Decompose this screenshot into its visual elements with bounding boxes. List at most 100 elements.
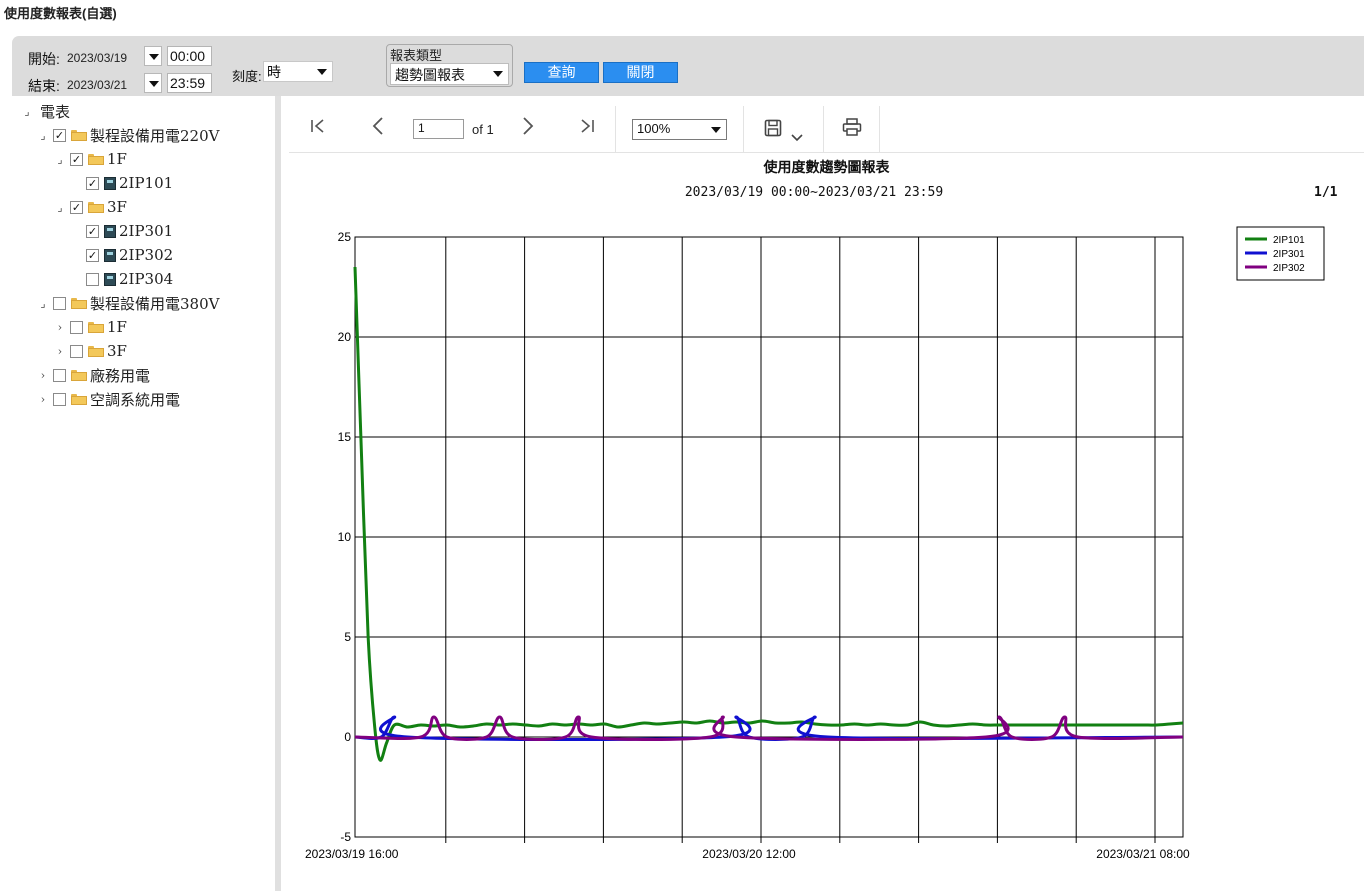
query-button[interactable]: 查詢: [524, 62, 599, 83]
y-tick-label: 25: [338, 230, 352, 244]
tree-checkbox[interactable]: [86, 272, 99, 286]
zoom-value: 100%: [637, 121, 671, 136]
tree-item[interactable]: ⌟ ✓ 3F: [53, 196, 127, 218]
zoom-select[interactable]: 100%: [632, 119, 727, 140]
collapse-icon[interactable]: ⌟: [36, 297, 50, 310]
tree-item[interactable]: ⌟ ✓ 製程設備用電220V: [36, 124, 219, 146]
chevron-down-icon[interactable]: [791, 124, 803, 148]
toolbar-divider: [879, 106, 880, 152]
folder-icon: [71, 393, 87, 405]
tree-item[interactable]: ⌟ ✓ 1F: [53, 148, 127, 170]
meter-icon: [104, 272, 116, 286]
folder-icon: [71, 297, 87, 309]
tree-item-label: 廠務用電: [90, 366, 151, 385]
report-type-value: 趨勢圖報表: [395, 67, 465, 83]
report-date-range: 2023/03/19 00:00~2023/03/21 23:59: [684, 185, 944, 200]
save-icon[interactable]: [764, 118, 782, 142]
expand-icon[interactable]: ›: [36, 369, 50, 382]
folder-icon: [88, 321, 104, 333]
collapse-icon[interactable]: ⌟: [36, 129, 50, 142]
tree-checkbox[interactable]: [53, 368, 66, 382]
folder-icon: [88, 345, 104, 357]
report-type-label: 報表類型: [390, 48, 443, 63]
report-page-counter: 1/1: [1314, 185, 1338, 200]
collapse-icon[interactable]: ⌟: [20, 105, 34, 118]
prev-page-icon[interactable]: [369, 116, 387, 141]
tree-checkbox[interactable]: ✓: [70, 152, 83, 166]
expand-icon[interactable]: ›: [36, 393, 50, 406]
tree-item[interactable]: › 1F: [53, 316, 127, 338]
folder-icon: [71, 369, 87, 381]
tree-checkbox[interactable]: [53, 296, 66, 310]
last-page-icon[interactable]: [578, 116, 596, 140]
meter-tree: ⌟ 電表 ⌟ ✓ 製程設備用電220V ⌟ ✓ 1F ✓ 2IP101 ⌟ ✓ 3F ✓ 2IP301 ✓…: [12, 96, 275, 891]
toolbar-divider: [823, 106, 824, 152]
toolbar-divider: [615, 106, 616, 152]
legend-entry: 2IP101: [1273, 235, 1305, 246]
x-tick-label: 2023/03/20 12:00: [702, 847, 796, 861]
collapse-icon[interactable]: ⌟: [53, 153, 67, 166]
end-date-dropdown-icon[interactable]: [144, 73, 162, 93]
tree-item[interactable]: 2IP304: [69, 268, 173, 290]
tree-item[interactable]: › 3F: [53, 340, 127, 362]
legend-entry: 2IP301: [1273, 249, 1305, 260]
tree-item-label: 製程設備用電220V: [90, 126, 220, 145]
tree-item-label: 2IP301: [119, 222, 174, 240]
start-label: 開始:: [28, 51, 60, 67]
tree-checkbox[interactable]: [70, 320, 83, 334]
page-number-input[interactable]: 1: [413, 119, 464, 139]
print-icon[interactable]: [842, 117, 862, 142]
x-tick-label: 2023/03/21 08:00: [1096, 847, 1190, 861]
tree-checkbox[interactable]: ✓: [70, 200, 83, 214]
tree-checkbox[interactable]: ✓: [53, 128, 66, 142]
y-tick-label: 20: [338, 330, 352, 344]
y-tick-label: 15: [338, 430, 352, 444]
scale-value: 時: [267, 64, 281, 80]
tree-item[interactable]: › 空調系統用電: [36, 388, 180, 410]
tree-item-label: 2IP304: [119, 270, 174, 288]
tree-item-label: 3F: [107, 342, 127, 360]
tree-item[interactable]: ✓ 2IP301: [69, 220, 173, 242]
y-tick-label: 5: [344, 630, 351, 644]
y-tick-label: -5: [340, 830, 351, 844]
end-time-input[interactable]: 23:59: [167, 73, 212, 93]
close-button[interactable]: 關閉: [603, 62, 678, 83]
end-date-field[interactable]: 2023/03/21: [67, 78, 127, 92]
tree-item[interactable]: ✓ 2IP101: [69, 172, 173, 194]
tree-item[interactable]: › 廠務用電: [36, 364, 150, 386]
start-date-dropdown-icon[interactable]: [144, 46, 162, 66]
scale-select[interactable]: 時: [263, 61, 333, 82]
folder-icon: [88, 153, 104, 165]
tree-item[interactable]: ✓ 2IP302: [69, 244, 173, 266]
tree-checkbox[interactable]: ✓: [86, 224, 99, 238]
tree-item[interactable]: ⌟ 製程設備用電380V: [36, 292, 219, 314]
tree-item-label: 1F: [107, 318, 127, 336]
tree-checkbox[interactable]: ✓: [86, 176, 99, 190]
collapse-icon[interactable]: ⌟: [53, 201, 67, 214]
tree-item-label: 2IP302: [119, 246, 174, 264]
y-tick-label: 10: [338, 530, 352, 544]
next-page-icon[interactable]: [519, 116, 537, 141]
start-time-input[interactable]: 00:00: [167, 46, 212, 66]
meter-icon: [104, 176, 116, 190]
tree-checkbox[interactable]: ✓: [86, 248, 99, 262]
tree-root[interactable]: ⌟ 電表: [20, 100, 70, 122]
tree-item-label: 空調系統用電: [90, 390, 181, 409]
folder-icon: [88, 201, 104, 213]
panel-splitter[interactable]: [275, 96, 281, 891]
expand-icon[interactable]: ›: [53, 345, 67, 358]
page-title: 使用度數報表(自選): [4, 6, 117, 21]
scale-label: 刻度:: [232, 69, 262, 84]
tree-checkbox[interactable]: [70, 344, 83, 358]
toolbar-divider: [743, 106, 744, 152]
meter-icon: [104, 248, 116, 262]
y-tick-label: 0: [344, 730, 351, 744]
expand-icon[interactable]: ›: [53, 321, 67, 334]
start-date-field[interactable]: 2023/03/19: [67, 51, 127, 65]
report-title: 使用度數趨勢圖報表: [763, 160, 890, 176]
tree-checkbox[interactable]: [53, 392, 66, 406]
report-type-select[interactable]: 趨勢圖報表: [390, 63, 509, 85]
legend-entry: 2IP302: [1273, 263, 1305, 274]
page-of-label: of 1: [472, 122, 494, 137]
first-page-icon[interactable]: [309, 116, 327, 140]
